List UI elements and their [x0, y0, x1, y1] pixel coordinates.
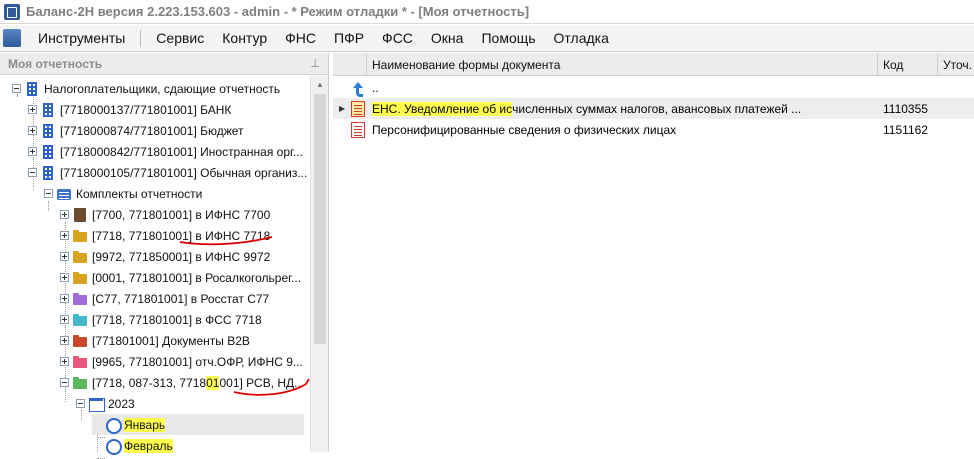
panel-header: Моя отчетность ⊥	[0, 53, 328, 75]
document-icon	[351, 100, 365, 117]
scrollbar-thumb[interactable]	[314, 94, 326, 344]
menu-kontur[interactable]: Контур	[213, 30, 276, 46]
menu-bar: Инструменты Сервис Контур ФНС ПФР ФСС Ок…	[0, 25, 974, 52]
menu-windows[interactable]: Окна	[422, 30, 473, 46]
table-row[interactable]: ▶ ЕНС. Уведомление об ис численных суммах…	[333, 98, 974, 119]
column-header-code[interactable]: Код	[878, 53, 938, 76]
menu-service[interactable]: Сервис	[147, 30, 213, 46]
app-icon	[4, 3, 20, 20]
pin-icon[interactable]: ⊥	[310, 57, 320, 70]
scroll-up-icon[interactable]: ▲	[311, 76, 329, 92]
level-up-icon	[350, 80, 366, 97]
reporting-tree-panel: Моя отчетность ⊥ Налогоплательщики, сдаю…	[0, 53, 329, 459]
menu-fss[interactable]: ФСС	[373, 30, 422, 46]
column-header-correction[interactable]: Уточ.	[938, 53, 974, 76]
current-row-indicator-icon: ▶	[339, 104, 346, 113]
menu-help[interactable]: Помощь	[472, 30, 544, 46]
tree-scrollbar[interactable]: ▲	[310, 76, 328, 452]
annotation-underlines	[179, 236, 310, 396]
tree-view: Налогоплательщики, сдающие отчетность [7…	[0, 76, 310, 459]
menu-separator	[140, 29, 142, 47]
window-title: Баланс-2Н версия 2.223.153.603 - admin -…	[26, 4, 530, 19]
documents-grid: Наименование формы документа Код Уточ. .…	[333, 53, 974, 452]
document-name: Персонифицированные сведения о физически…	[372, 122, 677, 137]
menu-instruments[interactable]: Инструменты	[29, 30, 134, 46]
document-name: ЕНС. Уведомление об ис численных суммах н…	[372, 101, 802, 116]
annotation-underline-ifns	[179, 236, 273, 246]
grid-row-up[interactable]: ..	[333, 77, 974, 98]
annotation-underline-rsv	[233, 378, 310, 396]
grid-indicator-header	[333, 53, 367, 76]
menu-fns[interactable]: ФНС	[276, 30, 325, 46]
panel-title: Моя отчетность	[8, 56, 103, 71]
document-code: 1110355	[883, 101, 928, 116]
table-row[interactable]: Персонифицированные сведения о физически…	[333, 119, 974, 140]
menu-pfr[interactable]: ПФР	[325, 30, 373, 46]
menu-debug[interactable]: Отладка	[545, 30, 618, 46]
document-icon	[351, 121, 365, 138]
document-code: 1151162	[883, 122, 928, 137]
column-header-name[interactable]: Наименование формы документа	[367, 53, 878, 76]
up-row-label: ..	[372, 80, 379, 95]
app-menu-icon[interactable]	[3, 29, 21, 47]
title-bar: Баланс-2Н версия 2.223.153.603 - admin -…	[0, 0, 974, 24]
grid-header: Наименование формы документа Код Уточ.	[333, 53, 974, 76]
